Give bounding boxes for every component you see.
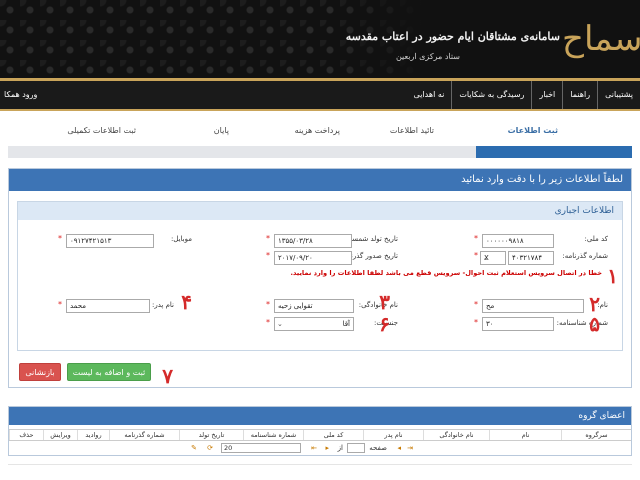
required-mark: * bbox=[58, 234, 62, 243]
edit-icon[interactable]: ✎ bbox=[191, 443, 197, 454]
prev-page-icon[interactable]: ◂ bbox=[397, 443, 401, 454]
required-mark: * bbox=[266, 300, 270, 309]
annotation-5: ۵ bbox=[589, 312, 600, 336]
father-name-label: نام پدر: bbox=[151, 301, 174, 309]
page-size-select[interactable]: 20 bbox=[221, 443, 301, 453]
annotation-7: ۷ bbox=[162, 364, 173, 388]
col-head-last-name[interactable]: نام خانوادگی bbox=[423, 430, 489, 440]
nav-item-donations[interactable]: نه اهدایی bbox=[407, 81, 452, 109]
col-head-birth-date[interactable]: تاریخ تولد bbox=[179, 430, 243, 440]
step-confirm-info: تائید اطلاعات bbox=[389, 126, 434, 135]
inquiry-error-message: خطا در اتصال سرویس استعلام ثبت احوال- سر… bbox=[290, 269, 602, 277]
page-size-value: 20 bbox=[224, 444, 233, 452]
chevron-down-icon: ⌄ bbox=[277, 320, 283, 328]
panel-title: لطفاً اطلاعات زیر را با دقت وارد نمائید bbox=[9, 169, 631, 191]
passport-number-input[interactable]: ۴۰۳۲۱۷۸۴ bbox=[508, 251, 554, 265]
required-mark: * bbox=[266, 234, 270, 243]
header-banner: سماح سامانه‌ی مشتاقان ایام حضور در اعتاب… bbox=[0, 0, 640, 78]
registration-panel: لطفاً اطلاعات زیر را با دقت وارد نمائید … bbox=[8, 168, 632, 388]
reset-button[interactable]: بازنشانی bbox=[19, 363, 61, 381]
gender-value: آقا bbox=[342, 320, 350, 328]
id-number-input[interactable]: ۳۰ bbox=[482, 317, 554, 331]
footer-divider bbox=[8, 464, 632, 465]
first-name-input[interactable]: مح bbox=[482, 299, 584, 313]
step-finish: پایان bbox=[213, 126, 229, 135]
refresh-icon[interactable]: ⟳ bbox=[207, 443, 213, 454]
required-mark: * bbox=[474, 251, 478, 260]
birth-date-label: تاریخ تولد شمسی: bbox=[343, 235, 398, 243]
col-head-father-name[interactable]: نام پدر bbox=[363, 430, 423, 440]
site-tagline: سامانه‌ی مشتاقان ایام حضور در اعتاب مقدس… bbox=[345, 30, 560, 43]
required-mark: * bbox=[474, 300, 478, 309]
passport-label: شماره گذرنامه: bbox=[562, 252, 608, 260]
gender-select[interactable]: آقا ⌄ bbox=[274, 317, 354, 331]
col-head-national-code[interactable]: کد ملی bbox=[303, 430, 363, 440]
annotation-3: ۳ bbox=[379, 290, 390, 314]
required-mark: * bbox=[266, 251, 270, 260]
required-mark: * bbox=[58, 300, 62, 309]
father-name-input[interactable]: محمد bbox=[66, 299, 150, 313]
passport-prefix-select[interactable]: X ⌄ bbox=[480, 251, 506, 265]
mobile-input[interactable]: ۰۹۱۲۷۴۲۱۵۱۳ bbox=[66, 234, 154, 248]
col-head-first-name[interactable]: نام bbox=[489, 430, 561, 440]
wizard-steps: ثبت اطلاعات تائید اطلاعات پرداخت هزینه پ… bbox=[8, 126, 632, 146]
group-members-grid: اعضای گروه سرگروه نام نام خانوادگی نام پ… bbox=[8, 406, 632, 456]
chevron-down-icon: ⌄ bbox=[483, 254, 489, 262]
main-nav: پشتیبانی راهنما اخبار رسیدگی به شکایات ن… bbox=[0, 81, 640, 111]
annotation-4: ۴ bbox=[181, 290, 192, 314]
submit-add-button[interactable]: ثبت و اضافه به لیست bbox=[67, 363, 151, 381]
grid-header-row: سرگروه نام نام خانوادگی نام پدر کد ملی ش… bbox=[9, 429, 631, 441]
grid-title: اعضای گروه bbox=[9, 407, 631, 425]
step-payment: پرداخت هزینه bbox=[294, 126, 340, 135]
required-mark: * bbox=[474, 234, 478, 243]
page-number-input[interactable] bbox=[347, 443, 365, 453]
required-info-section: اطلاعات اجباری کد ملی: * ۰۰۰۰۰۰۹۸۱۸ تاری… bbox=[17, 201, 623, 351]
first-page-icon[interactable]: ⇥ bbox=[407, 443, 413, 454]
step-register-info: ثبت اطلاعات bbox=[507, 126, 558, 135]
last-page-icon[interactable]: ⇤ bbox=[311, 443, 317, 454]
staff-login-link[interactable]: ورود همکا bbox=[4, 81, 37, 109]
section-title: اطلاعات اجباری bbox=[18, 202, 622, 220]
nav-item-complaints[interactable]: رسیدگی به شکایات bbox=[451, 81, 531, 109]
national-code-input[interactable]: ۰۰۰۰۰۰۹۸۱۸ bbox=[482, 234, 554, 248]
nav-item-support[interactable]: پشتیبانی bbox=[597, 81, 640, 109]
site-subtagline: ستاد مرکزی اربعین bbox=[395, 52, 460, 61]
step-extra-info: ثبت اطلاعات تکمیلی bbox=[67, 126, 136, 135]
page-word: صفحه bbox=[369, 444, 387, 452]
nav-item-guide[interactable]: راهنما bbox=[562, 81, 597, 109]
col-head-leader[interactable]: سرگروه bbox=[561, 430, 631, 440]
nav-item-news[interactable]: اخبار bbox=[531, 81, 562, 109]
wizard-progress-track bbox=[8, 146, 632, 158]
passport-issue-input[interactable]: ۲۰۱۷/۰۹/۲۰ bbox=[274, 251, 352, 265]
annotation-2: ۲ bbox=[589, 292, 600, 316]
col-head-edit[interactable]: ویرایش bbox=[43, 430, 77, 440]
next-page-icon[interactable]: ▸ bbox=[325, 443, 329, 454]
page-of-word: از bbox=[337, 444, 343, 452]
annotation-6: ۶ bbox=[379, 312, 390, 336]
id-number-label: شماره شناسنامه: bbox=[556, 319, 608, 327]
required-mark: * bbox=[266, 318, 270, 327]
col-head-passport[interactable]: شماره گذرنامه bbox=[109, 430, 179, 440]
wizard-progress-fill bbox=[476, 146, 632, 158]
last-name-input[interactable]: تقوایی زحیه bbox=[274, 299, 354, 313]
col-head-id-number[interactable]: شماره شناسنامه bbox=[243, 430, 303, 440]
col-head-delete[interactable]: حذف bbox=[9, 430, 43, 440]
annotation-1: ۱ bbox=[607, 264, 618, 288]
site-logo[interactable]: سماح bbox=[562, 8, 640, 70]
birth-date-input[interactable]: ۱۳۵۵/۰۳/۲۸ bbox=[274, 234, 352, 248]
col-head-visa[interactable]: روادید bbox=[77, 430, 109, 440]
mobile-label: موبایل: bbox=[170, 235, 192, 243]
national-code-label: کد ملی: bbox=[584, 235, 609, 243]
grid-pager: ⇥ ◂ صفحه از ▸ ⇤ 20 ⟳ ✎ bbox=[9, 443, 631, 455]
required-mark: * bbox=[474, 318, 478, 327]
